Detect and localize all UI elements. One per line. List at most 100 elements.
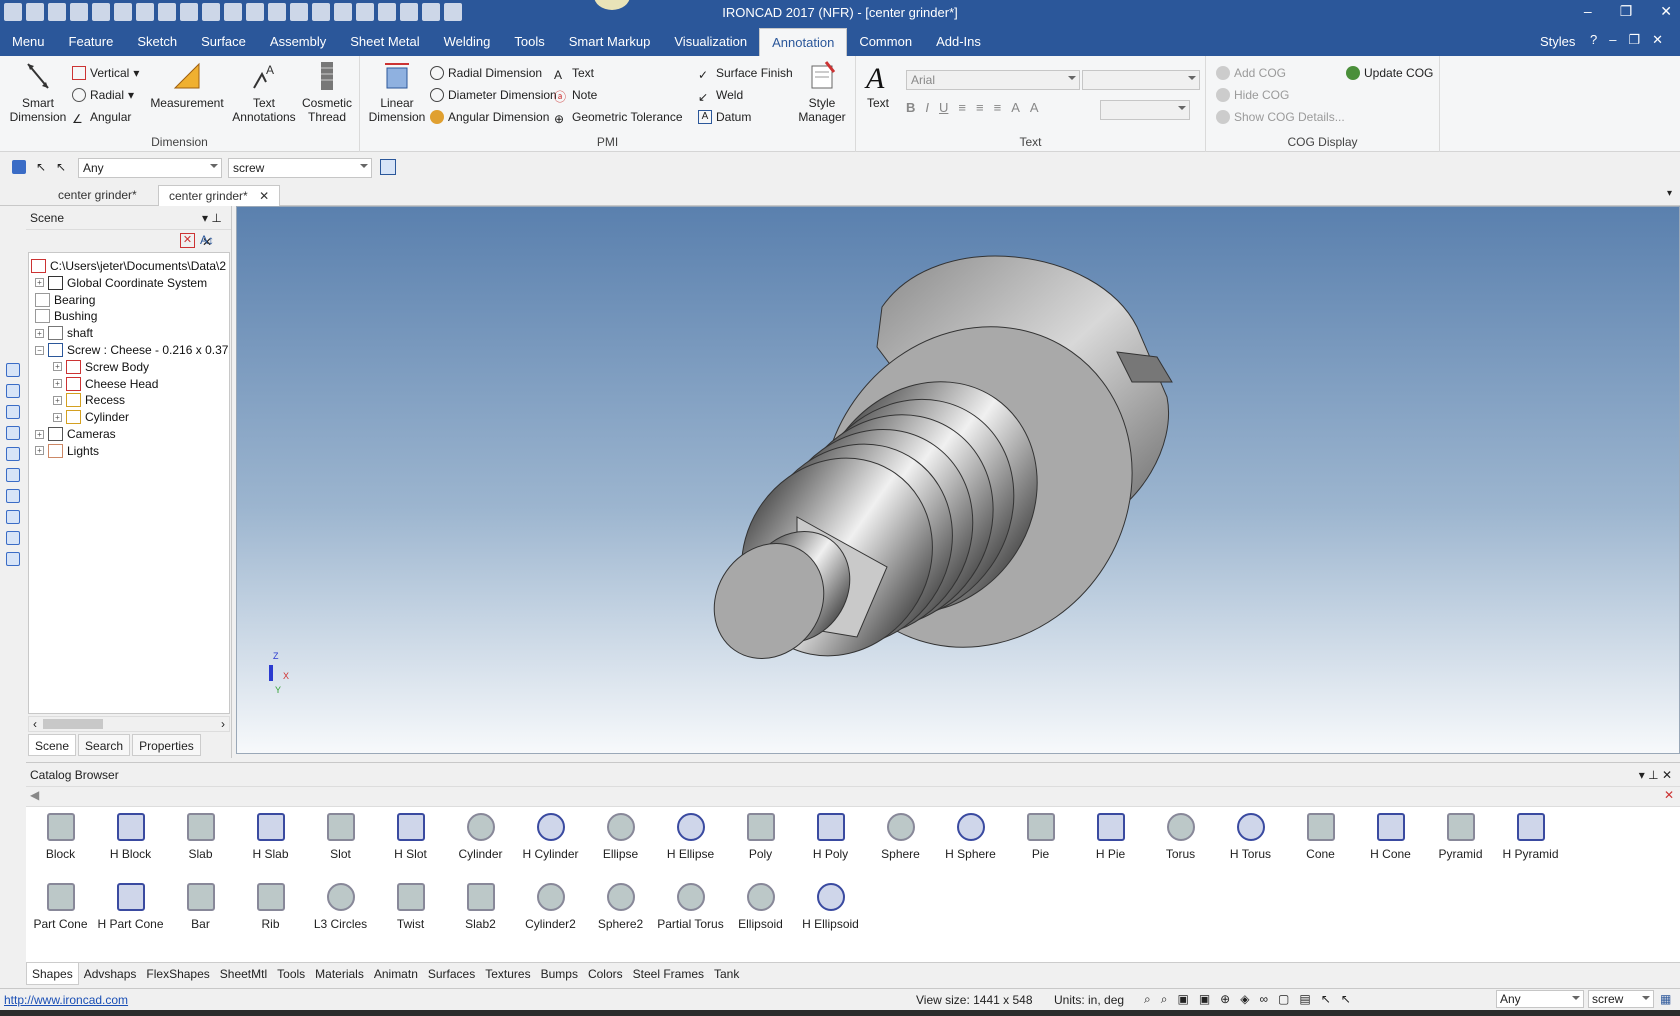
note-button[interactable]: ⓐ Note bbox=[554, 86, 597, 104]
catalog-item[interactable]: Slab2 bbox=[443, 883, 518, 931]
add-cog-button[interactable]: Add COG bbox=[1216, 64, 1286, 82]
catalog-item[interactable]: Ellipse bbox=[583, 813, 658, 861]
expand-icon[interactable]: + bbox=[35, 328, 44, 338]
view-cube-icon[interactable]: ▣ bbox=[1177, 992, 1188, 1007]
doc-tab-2[interactable]: center grinder* ✕ bbox=[158, 185, 281, 206]
angular-button[interactable]: ∠ Angular bbox=[72, 108, 131, 126]
catalog-item[interactable]: Block bbox=[23, 813, 98, 861]
select-edge-icon[interactable]: ↖ bbox=[56, 160, 66, 174]
tree-node[interactable]: Bushing bbox=[35, 307, 97, 325]
catalog-item[interactable]: Ellipsoid bbox=[723, 883, 798, 931]
tool-icon[interactable] bbox=[6, 384, 20, 398]
catalog-tab-textures[interactable]: Textures bbox=[480, 963, 535, 985]
catalog-item[interactable]: Sphere2 bbox=[583, 883, 658, 931]
tree-node[interactable]: + Cameras bbox=[35, 425, 116, 443]
status-name-combo[interactable]: screw bbox=[1588, 990, 1654, 1008]
catalog-tab-surfaces[interactable]: Surfaces bbox=[423, 963, 480, 985]
pointer-icon[interactable]: ↖ bbox=[1341, 992, 1351, 1007]
catalog-item[interactable]: H Pyramid bbox=[1493, 813, 1568, 861]
update-cog-button[interactable]: Update COG bbox=[1346, 64, 1433, 82]
styles-menu[interactable]: Styles bbox=[1540, 34, 1575, 49]
render-icon[interactable]: ◈ bbox=[1240, 992, 1249, 1007]
catalog-item[interactable]: H Ellipse bbox=[653, 813, 728, 861]
expand-icon[interactable]: + bbox=[53, 412, 62, 422]
website-link[interactable]: http://www.ironcad.com bbox=[4, 993, 128, 1007]
tree-node[interactable]: Bearing bbox=[35, 291, 95, 309]
text-pmi-button[interactable]: A Text bbox=[554, 64, 594, 82]
scroll-right-icon[interactable]: › bbox=[221, 717, 225, 731]
tab-smart-markup[interactable]: Smart Markup bbox=[557, 28, 663, 56]
catalog-item[interactable]: Pyramid bbox=[1423, 813, 1498, 861]
tree-node[interactable]: + shaft bbox=[35, 324, 93, 342]
expand-icon[interactable]: + bbox=[35, 446, 44, 456]
ribbon-close-icon[interactable]: ✕ bbox=[1652, 32, 1663, 48]
doc-tab-1[interactable]: center grinder* bbox=[48, 185, 147, 206]
close-tab-icon[interactable]: ✕ bbox=[259, 189, 269, 203]
tree-node[interactable]: C:\Users\jeter\Documents\Data\2 bbox=[31, 257, 226, 275]
tab-sheet-metal[interactable]: Sheet Metal bbox=[338, 28, 431, 56]
tree-node[interactable]: + Global Coordinate System bbox=[35, 274, 207, 292]
status-filter-combo[interactable]: Any bbox=[1496, 990, 1584, 1008]
catalog-item[interactable]: Bar bbox=[163, 883, 238, 931]
catalog-tab-bumps[interactable]: Bumps bbox=[536, 963, 583, 985]
catalog-item[interactable]: Cone bbox=[1283, 813, 1358, 861]
catalog-item[interactable]: H Slot bbox=[373, 813, 448, 861]
catalog-item[interactable]: H Part Cone bbox=[93, 883, 168, 931]
selection-tool-icon[interactable] bbox=[12, 160, 26, 174]
catalog-tab-materials[interactable]: Materials bbox=[310, 963, 369, 985]
text-format-button[interactable]: A Text bbox=[860, 60, 896, 110]
hide-cog-button[interactable]: Hide COG bbox=[1216, 86, 1289, 104]
tab-welding[interactable]: Welding bbox=[432, 28, 503, 56]
tab-menu[interactable]: Menu bbox=[0, 28, 57, 56]
catalog-item[interactable]: H Cone bbox=[1353, 813, 1428, 861]
tool-icon[interactable] bbox=[6, 363, 20, 377]
catalog-item[interactable]: H Ellipsoid bbox=[793, 883, 868, 931]
ribbon-minimize-icon[interactable]: – bbox=[1609, 32, 1616, 48]
delete-icon[interactable]: ✕ bbox=[180, 233, 195, 248]
tab-surface[interactable]: Surface bbox=[189, 28, 258, 56]
font-size-combo[interactable] bbox=[1082, 70, 1200, 90]
align-center-icon[interactable]: ≡ bbox=[976, 100, 984, 115]
catalog-tab-tools[interactable]: Tools bbox=[272, 963, 310, 985]
tree-node[interactable]: + Cylinder bbox=[53, 408, 129, 426]
linear-dimension-button[interactable]: Linear Dimension bbox=[364, 60, 430, 124]
expand-icon[interactable]: + bbox=[53, 379, 62, 389]
zoom-icon[interactable]: ⌕ bbox=[1144, 992, 1151, 1007]
catalog-item[interactable]: Partial Torus bbox=[653, 883, 728, 931]
tab-scene[interactable]: Scene bbox=[28, 734, 77, 756]
minimize-icon[interactable]: – bbox=[1584, 3, 1592, 20]
text-annotations-button[interactable]: A Text Annotations bbox=[230, 60, 298, 124]
tool-icon[interactable] bbox=[6, 489, 20, 503]
vertical-button[interactable]: Vertical ▾ bbox=[72, 64, 139, 82]
diameter-dimension-button[interactable]: Diameter Dimension bbox=[430, 86, 557, 104]
catalog-item[interactable]: Poly bbox=[723, 813, 798, 861]
part-icon[interactable]: ▤ bbox=[1299, 992, 1310, 1007]
selection-filter-combo[interactable]: Any bbox=[78, 158, 222, 178]
tree-node[interactable]: + Cheese Head bbox=[53, 375, 158, 393]
datum-button[interactable]: A Datum bbox=[698, 108, 751, 126]
scroll-thumb[interactable] bbox=[43, 719, 103, 729]
smart-dimension-button[interactable]: Smart Dimension bbox=[6, 60, 70, 124]
shrink-font-icon[interactable]: A bbox=[1030, 100, 1039, 115]
radial-button[interactable]: Radial ▾ bbox=[72, 86, 134, 104]
back-arrow-icon[interactable]: ◀ bbox=[30, 788, 39, 802]
underline-icon[interactable]: U bbox=[939, 100, 948, 115]
tab-add-ins[interactable]: Add-Ins bbox=[924, 28, 993, 56]
pointer-icon[interactable]: ↖ bbox=[36, 160, 46, 174]
align-left-icon[interactable]: ≡ bbox=[958, 100, 966, 115]
align-right-icon[interactable]: ≡ bbox=[994, 100, 1002, 115]
catalog-item[interactable]: Part Cone bbox=[23, 883, 98, 931]
tool-icon[interactable] bbox=[6, 531, 20, 545]
tab-assembly[interactable]: Assembly bbox=[258, 28, 338, 56]
font-name-combo[interactable]: Arial bbox=[906, 70, 1080, 90]
catalog-tab-steel-frames[interactable]: Steel Frames bbox=[628, 963, 709, 985]
catalog-item[interactable]: Slab bbox=[163, 813, 238, 861]
ribbon-restore-icon[interactable]: ❐ bbox=[1628, 32, 1640, 48]
screw-model[interactable] bbox=[237, 207, 1679, 753]
close-catalog-icon[interactable]: ✕ bbox=[1664, 788, 1674, 802]
hierarchy-icon[interactable]: ▦ bbox=[1660, 992, 1671, 1006]
tree-node[interactable]: + Recess bbox=[53, 391, 125, 409]
style-manager-button[interactable]: Style Manager bbox=[792, 60, 852, 124]
display-icon[interactable]: ▢ bbox=[1278, 992, 1289, 1007]
catalog-item[interactable]: H Sphere bbox=[933, 813, 1008, 861]
